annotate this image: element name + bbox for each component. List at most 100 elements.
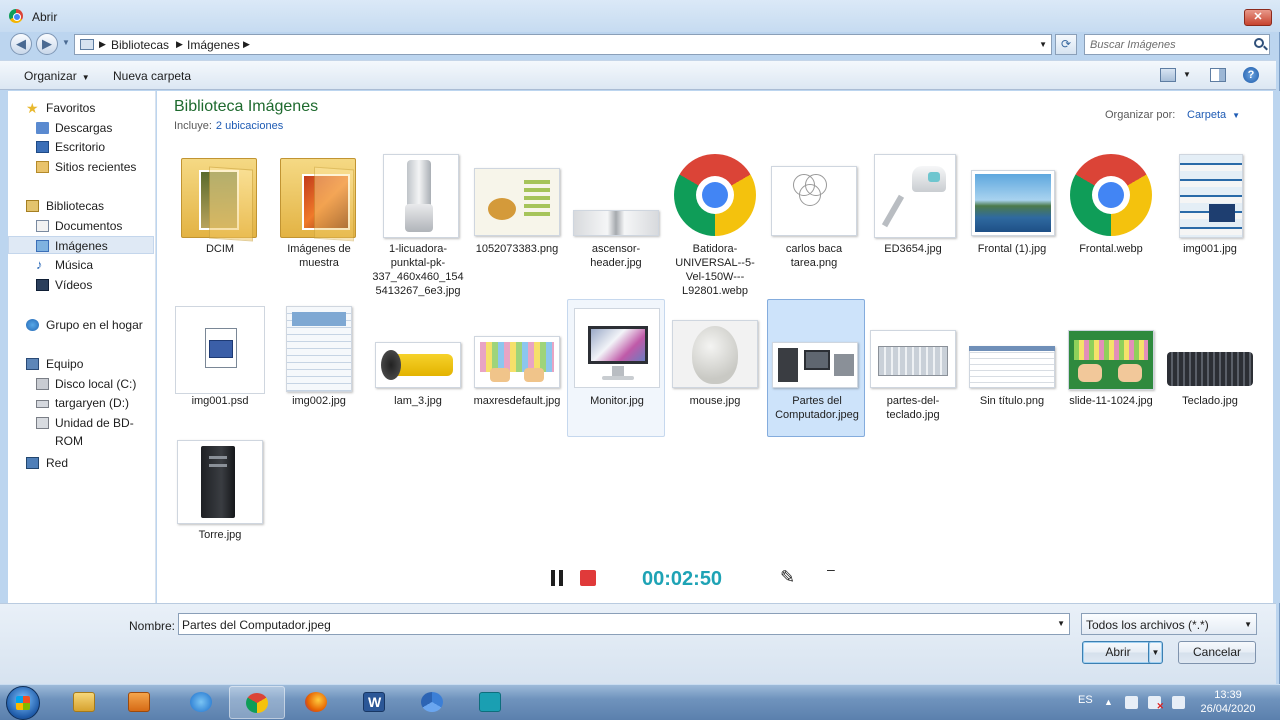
file-item[interactable]: Torre.jpg xyxy=(170,433,268,571)
nav-item-favorites[interactable]: ★ Favoritos xyxy=(8,99,154,117)
keyboard-thumbnail xyxy=(1167,306,1253,388)
nav-item-images[interactable]: Imágenes xyxy=(8,236,154,254)
file-item[interactable]: Batidora-UNIVERSAL--5-Vel-150W---L92801.… xyxy=(665,147,763,297)
nav-item-drive-d[interactable]: targaryen (D:) xyxy=(8,394,154,412)
change-view-icon[interactable] xyxy=(1160,68,1176,82)
arrange-by-dropdown[interactable]: Carpeta ▼ xyxy=(1187,109,1240,121)
nav-item-computer[interactable]: Equipo xyxy=(8,355,154,373)
file-type-select[interactable]: Todos los archivos (*.*) ▼ xyxy=(1081,613,1257,635)
file-item[interactable]: Frontal.webp xyxy=(1061,147,1159,285)
file-item[interactable]: 1-licuadora-punktal-pk-337_460x460_15454… xyxy=(368,147,466,297)
taskbar-word[interactable] xyxy=(347,686,403,719)
file-item[interactable]: slide-11-1024.jpg xyxy=(1061,299,1159,437)
nav-item-homegroup[interactable]: Grupo en el hogar xyxy=(8,316,154,334)
file-item[interactable]: Teclado.jpg xyxy=(1160,299,1258,437)
file-item[interactable]: img001.psd xyxy=(170,299,268,437)
network-status-icon[interactable] xyxy=(1148,696,1164,712)
filename-label: Nombre: xyxy=(129,619,176,633)
minimize-recorder-button[interactable]: – xyxy=(827,561,835,577)
file-name: carlos baca tarea.png xyxy=(785,243,843,269)
new-folder-button[interactable]: Nueva carpeta xyxy=(113,69,191,83)
view-options-dropdown-icon[interactable]: ▼ xyxy=(1183,70,1191,79)
file-item[interactable]: img001.jpg xyxy=(1160,147,1258,285)
taskbar-chrome[interactable] xyxy=(229,686,285,719)
chevron-down-icon[interactable]: ▼ xyxy=(1057,619,1065,628)
file-item[interactable]: carlos baca tarea.png xyxy=(764,147,862,285)
library-title: Biblioteca Imágenes xyxy=(174,98,319,115)
forward-button[interactable]: ▶ xyxy=(36,33,58,55)
file-item[interactable]: img002.jpg xyxy=(269,299,367,437)
breadcrumb-separator-icon[interactable]: ▶ xyxy=(176,39,183,50)
start-button[interactable] xyxy=(6,686,40,720)
open-options-button[interactable]: ▼ xyxy=(1148,641,1163,664)
landscape-thumbnail xyxy=(971,154,1055,236)
help-icon[interactable]: ? xyxy=(1243,67,1259,83)
pictures-icon xyxy=(36,240,49,252)
taskbar-media-player[interactable] xyxy=(112,686,168,719)
refresh-button[interactable]: ⟳ xyxy=(1055,34,1077,55)
file-item[interactable]: Imágenes de muestra xyxy=(269,147,367,285)
nav-item-label: Sitios recientes xyxy=(55,160,137,174)
file-item[interactable]: Monitor.jpg xyxy=(567,299,665,437)
action-center-icon[interactable] xyxy=(1172,696,1185,709)
taskbar-explorer[interactable] xyxy=(57,686,113,719)
file-item[interactable]: lam_3.jpg xyxy=(368,299,466,437)
optical-drive-icon xyxy=(36,417,49,429)
pen-icon[interactable]: ✎ xyxy=(780,567,795,588)
nav-item-libraries[interactable]: Bibliotecas xyxy=(8,197,154,215)
taskbar-internet-explorer[interactable] xyxy=(174,686,230,719)
file-item[interactable]: partes-del-teclado.jpg xyxy=(863,299,961,437)
cancel-button[interactable]: Cancelar xyxy=(1178,641,1256,664)
file-item[interactable]: mouse.jpg xyxy=(665,299,763,437)
filename-field[interactable]: ▼ xyxy=(178,613,1070,635)
chrome-app-icon xyxy=(9,9,23,23)
nav-item-downloads[interactable]: Descargas xyxy=(8,119,154,137)
pause-icon[interactable] xyxy=(550,570,564,586)
file-item[interactable]: ED3654.jpg xyxy=(863,147,961,285)
breadcrumb-separator-icon[interactable]: ▶ xyxy=(99,39,106,50)
taskbar-firefox[interactable] xyxy=(289,686,345,719)
taskbar-screen-recorder[interactable] xyxy=(463,686,519,719)
nav-item-videos[interactable]: Vídeos xyxy=(8,276,154,294)
address-dropdown-icon[interactable]: ▼ xyxy=(1039,40,1047,49)
breadcrumb-bibliotecas[interactable]: Bibliotecas xyxy=(111,38,169,52)
drawing-thumbnail xyxy=(771,154,857,236)
recent-locations-dropdown[interactable]: ▼ xyxy=(62,38,70,47)
file-item[interactable]: Partes del Computador.jpeg xyxy=(767,299,865,437)
taskbar-chrome-alt[interactable] xyxy=(405,686,461,719)
nav-item-network[interactable]: Red xyxy=(8,454,154,472)
file-item[interactable]: Frontal (1).jpg xyxy=(962,147,1060,285)
nav-item-documents[interactable]: Documentos xyxy=(8,217,154,235)
nav-item-desktop[interactable]: Escritorio xyxy=(8,138,154,156)
file-item[interactable]: Sin título.png xyxy=(962,299,1060,437)
breadcrumb-imagenes[interactable]: Imágenes xyxy=(187,38,240,52)
file-item[interactable]: DCIM xyxy=(170,147,268,285)
organize-button[interactable]: Organizar ▼ xyxy=(24,69,90,83)
locations-link[interactable]: 2 ubicaciones xyxy=(216,120,283,132)
breadcrumb-separator-icon[interactable]: ▶ xyxy=(243,39,250,50)
nav-item-label: Documentos xyxy=(55,219,123,233)
file-item[interactable]: maxresdefault.jpg xyxy=(467,299,565,437)
nav-item-label: Bibliotecas xyxy=(46,199,105,213)
filename-input[interactable] xyxy=(182,617,1042,632)
file-item[interactable]: 1052073383.png xyxy=(467,147,565,285)
file-item[interactable]: ascensor-header.jpg xyxy=(566,147,664,285)
stop-icon[interactable] xyxy=(580,570,596,586)
preview-pane-icon[interactable] xyxy=(1210,68,1226,82)
nav-item-recent-places[interactable]: Sitios recientes xyxy=(8,158,154,176)
back-button[interactable]: ◀ xyxy=(10,33,32,55)
language-indicator[interactable]: ES xyxy=(1078,694,1093,706)
close-button[interactable]: ✕ xyxy=(1244,9,1272,26)
open-button[interactable]: Abrir xyxy=(1082,641,1154,664)
address-bar[interactable]: ▶ Bibliotecas ▶ Imágenes ▶ ▼ xyxy=(74,34,1052,55)
system-clock[interactable]: 13:39 26/04/2020 xyxy=(1196,688,1260,716)
nav-item-label: Red xyxy=(46,456,69,470)
volume-icon[interactable] xyxy=(1125,696,1138,709)
search-input[interactable] xyxy=(1090,37,1250,52)
nav-item-music[interactable]: ♪ Música xyxy=(8,256,154,274)
search-icon[interactable] xyxy=(1254,38,1264,48)
nav-item-local-disk[interactable]: Disco local (C:) xyxy=(8,375,154,393)
show-hidden-icons-icon[interactable]: ▲ xyxy=(1104,697,1117,710)
nav-item-bd-rom[interactable]: Unidad de BD-ROM xyxy=(8,414,154,448)
search-box[interactable] xyxy=(1084,34,1270,55)
